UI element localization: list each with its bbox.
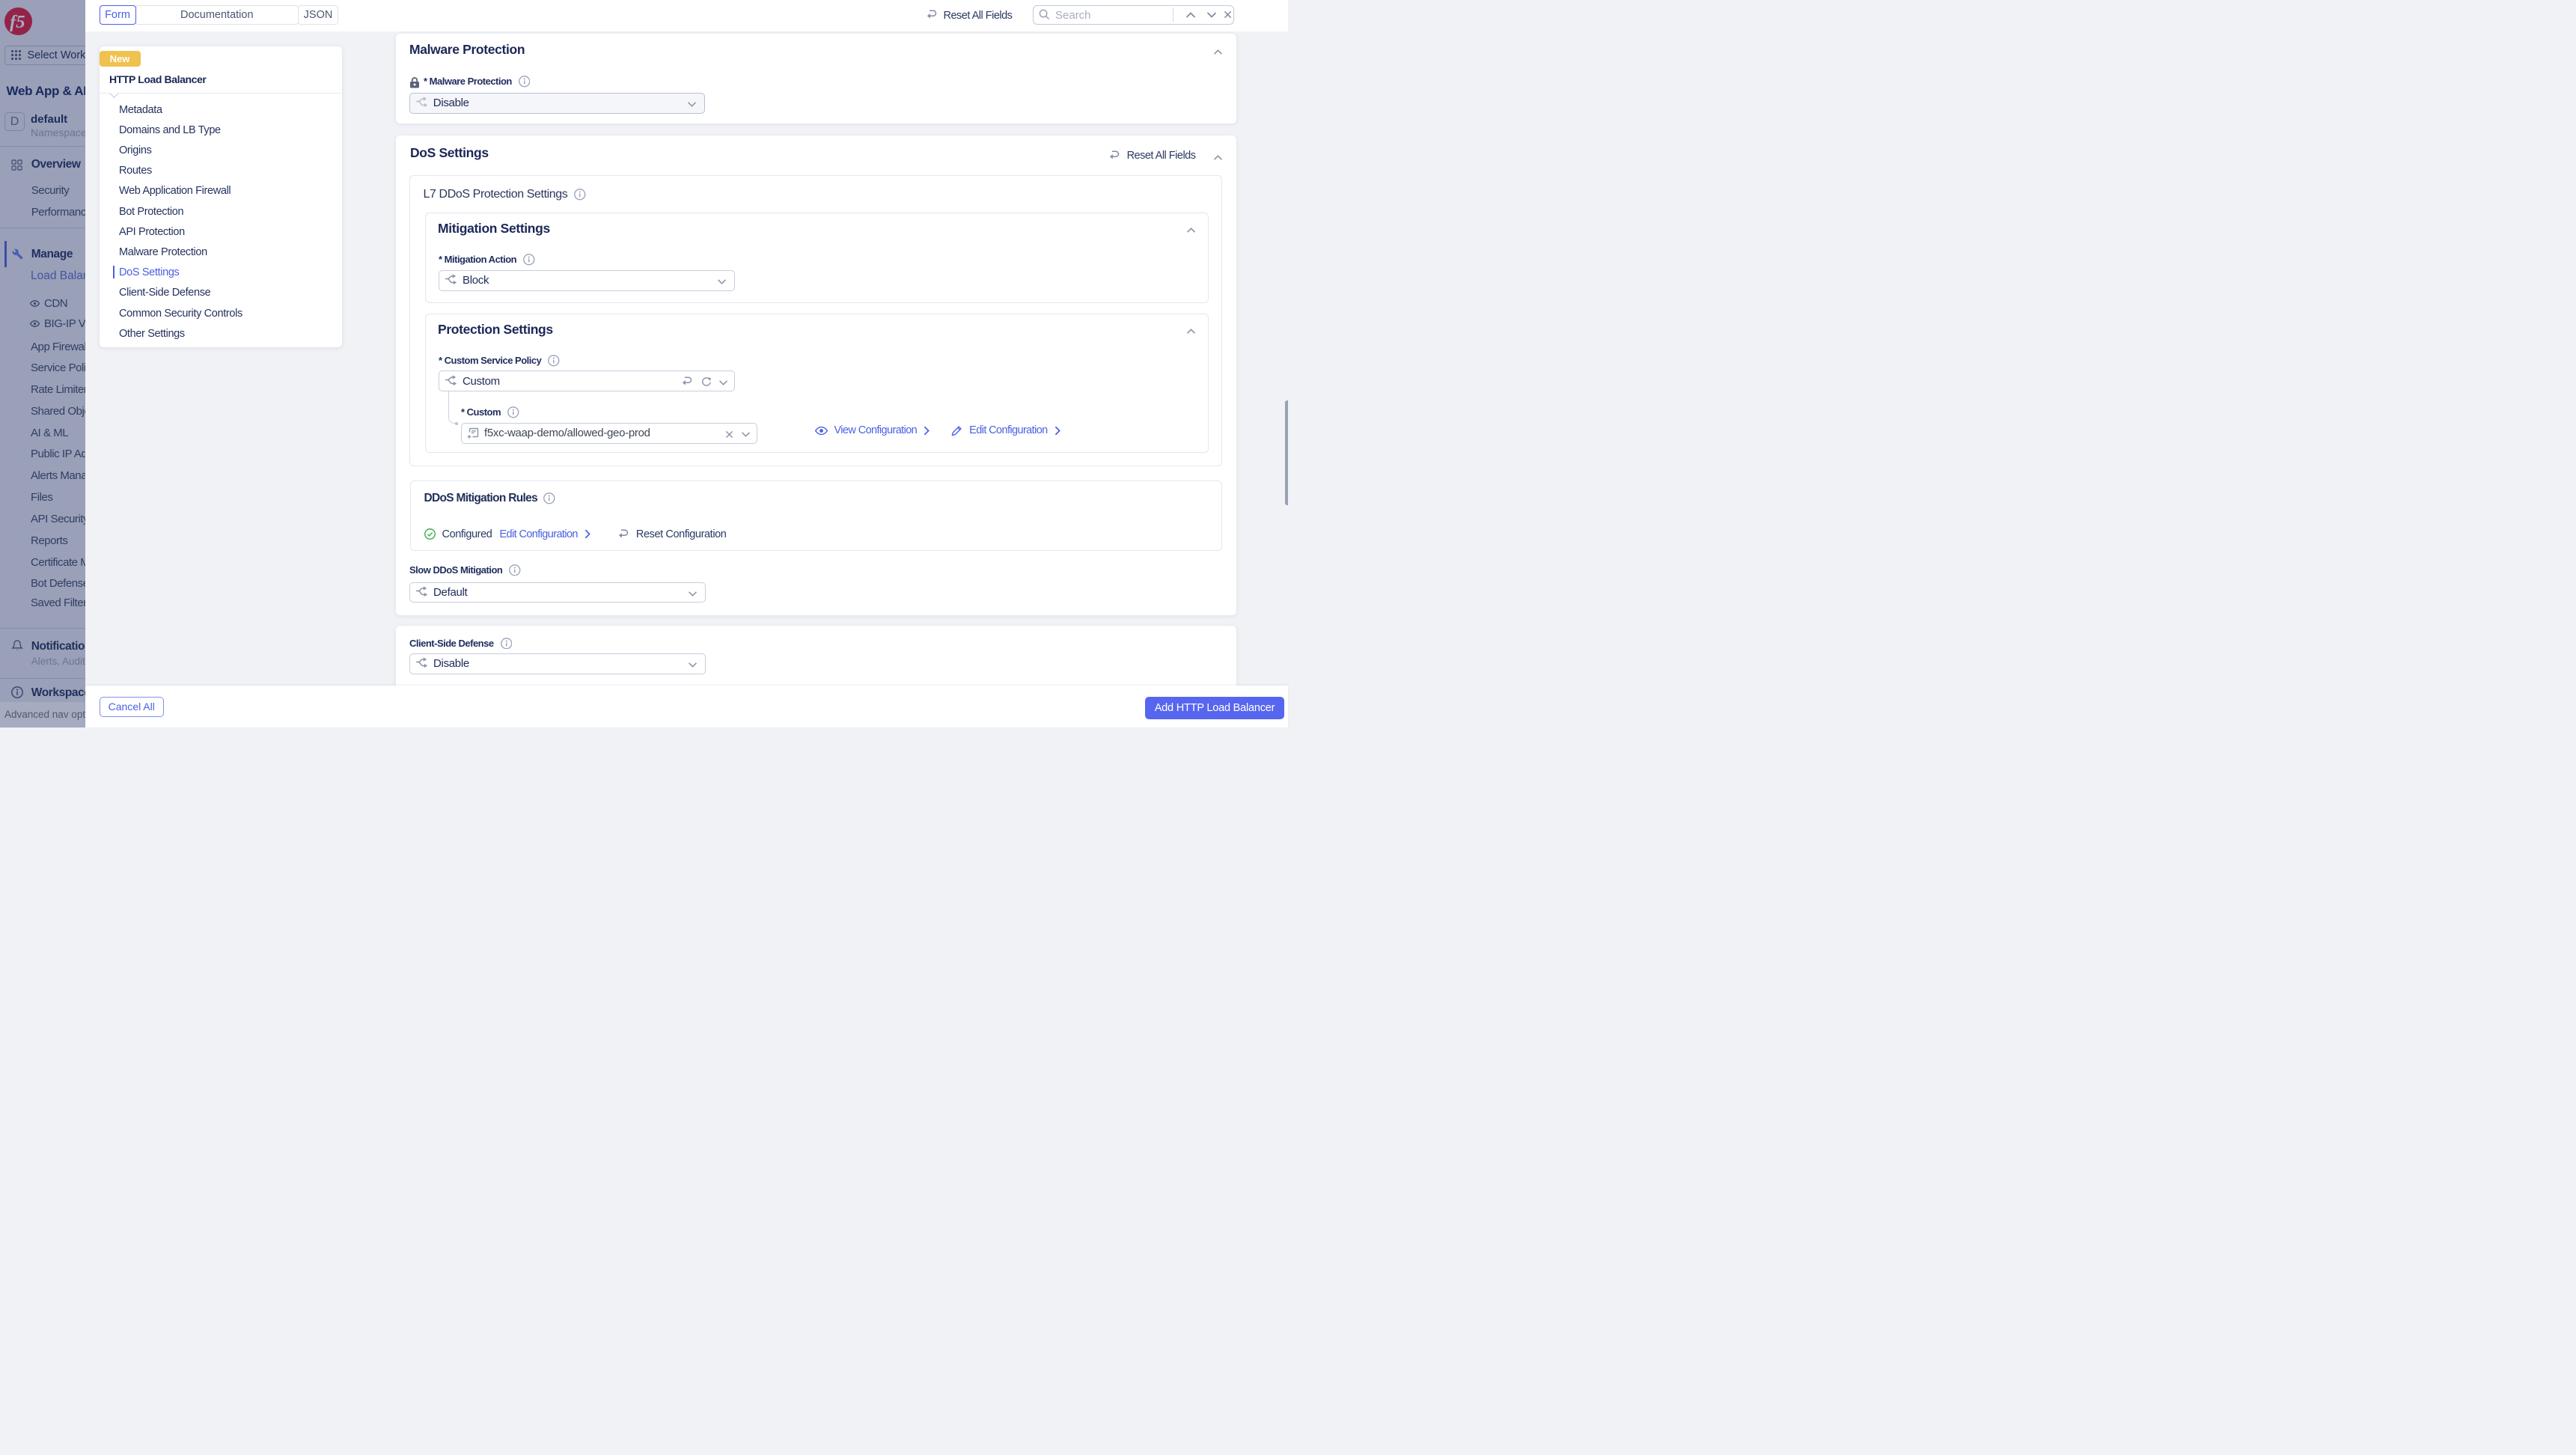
svg-text:f5: f5 — [9, 12, 25, 32]
